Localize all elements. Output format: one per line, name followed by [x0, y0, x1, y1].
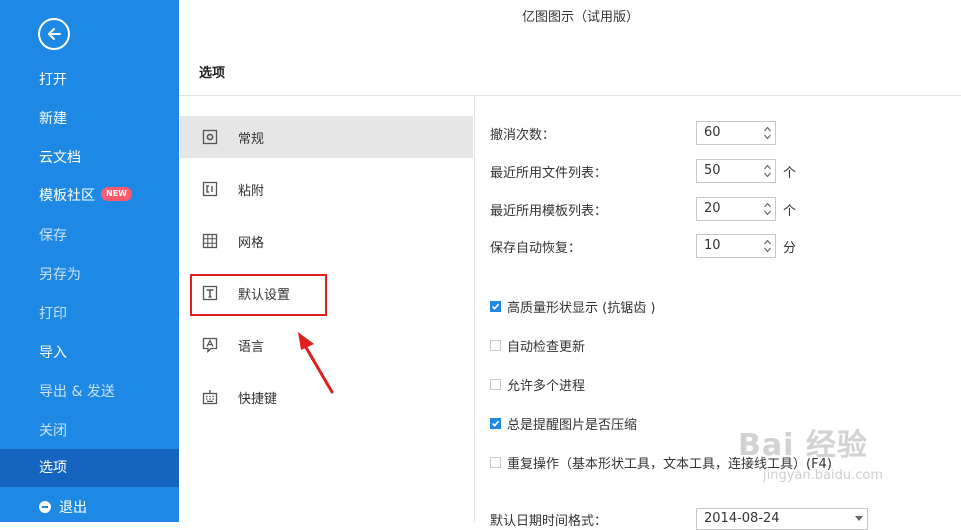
nav-save-as[interactable]: 另存为: [0, 256, 179, 294]
undo-count-label: 撤消次数：: [490, 128, 556, 143]
grid-icon: [202, 233, 218, 249]
category-language-label: 语言: [238, 339, 265, 355]
watermark-logo: Bai 经验: [738, 428, 868, 463]
recent-files-value: 50: [704, 163, 721, 178]
category-snap[interactable]: 粘附: [180, 168, 473, 210]
category-shortcuts-label: 快捷键: [238, 391, 278, 407]
undo-count-spinner[interactable]: 60: [696, 121, 776, 145]
nav-options[interactable]: 选项: [0, 449, 179, 487]
autosave-spinner[interactable]: 10: [696, 234, 776, 258]
date-format-select[interactable]: 2014-08-24: [696, 508, 868, 530]
spinner-arrows-icon[interactable]: [763, 162, 772, 180]
antialias-checkbox-row[interactable]: 高质量形状显示 (抗锯齿 ): [490, 297, 655, 316]
chevron-down-icon: [855, 516, 863, 521]
autosave-unit: 分: [783, 241, 797, 256]
nav-open[interactable]: 打开: [0, 61, 179, 99]
spinner-arrows-icon[interactable]: [763, 200, 772, 218]
auto-update-checkbox-row[interactable]: 自动检查更新: [490, 336, 585, 355]
back-arrow-icon: [48, 28, 61, 40]
sidebar: 打开 新建 云文档 模板社区 NEW 保存 另存为 打印 导入 导出 & 发送 关…: [0, 0, 179, 522]
spinner-arrows-icon[interactable]: [763, 237, 772, 255]
auto-update-checkbox[interactable]: [490, 340, 501, 351]
recent-files-unit: 个: [783, 166, 797, 181]
watermark: Bai 经验 jingyan.baidu.com: [738, 420, 908, 483]
keyboard-icon: [202, 389, 218, 405]
nav-new[interactable]: 新建: [0, 100, 179, 138]
category-general-label: 常规: [238, 131, 265, 147]
antialias-checkbox[interactable]: [490, 301, 501, 312]
multi-process-label: 允许多个进程: [507, 379, 586, 394]
recent-templates-label: 最近所用模板列表：: [490, 204, 608, 219]
date-format-value: 2014-08-24: [704, 511, 780, 526]
nav-save[interactable]: 保存: [0, 217, 179, 255]
nav-template-community-label: 模板社区: [39, 188, 95, 204]
category-general[interactable]: 常规: [180, 116, 473, 158]
check-icon: [491, 420, 500, 427]
exit-icon: [39, 501, 51, 513]
category-grid[interactable]: 网格: [180, 220, 473, 262]
snap-icon: [202, 181, 218, 197]
spinner-arrows-icon[interactable]: [763, 124, 772, 142]
antialias-label: 高质量形状显示 (抗锯齿 ): [507, 301, 656, 316]
nav-cloud-docs[interactable]: 云文档: [0, 139, 179, 177]
auto-update-label: 自动检查更新: [507, 340, 586, 355]
multi-process-checkbox[interactable]: [490, 379, 501, 390]
language-icon: [202, 337, 218, 353]
page-title: 选项: [199, 66, 226, 81]
recent-templates-unit: 个: [783, 204, 797, 219]
autosave-label: 保存自动恢复：: [490, 241, 582, 256]
category-snap-label: 粘附: [238, 183, 265, 199]
autosave-value: 10: [704, 238, 721, 253]
recent-files-spinner[interactable]: 50: [696, 159, 776, 183]
multi-process-checkbox-row[interactable]: 允许多个进程: [490, 375, 585, 394]
category-grid-label: 网格: [238, 235, 265, 251]
nav-exit-label: 退出: [59, 500, 87, 516]
recent-templates-spinner[interactable]: 20: [696, 197, 776, 221]
annotation-arrow: [298, 332, 334, 394]
nav-close[interactable]: 关闭: [0, 412, 179, 450]
recent-templates-value: 20: [704, 201, 721, 216]
nav-export-send[interactable]: 导出 & 发送: [0, 373, 179, 411]
nav-exit[interactable]: 退出: [0, 489, 179, 527]
window-title: 亿图图示（试用版）: [521, 10, 639, 25]
annotation-highlight-box: [190, 274, 327, 316]
check-icon: [491, 303, 500, 310]
panel-divider: [474, 96, 475, 522]
nav-template-community[interactable]: 模板社区 NEW: [0, 177, 179, 215]
header-divider: [179, 95, 961, 96]
nav-print[interactable]: 打印: [0, 295, 179, 333]
image-compress-checkbox[interactable]: [490, 418, 501, 429]
image-compress-label: 总是提醒图片是否压缩: [507, 418, 638, 433]
date-format-label: 默认日期时间格式：: [490, 514, 608, 529]
image-compress-checkbox-row[interactable]: 总是提醒图片是否压缩: [490, 414, 637, 433]
nav-import[interactable]: 导入: [0, 334, 179, 372]
undo-count-value: 60: [704, 125, 721, 140]
recent-files-label: 最近所用文件列表：: [490, 166, 608, 181]
gear-icon: [202, 129, 218, 145]
new-badge: NEW: [101, 187, 132, 201]
repeat-op-checkbox[interactable]: [490, 457, 501, 468]
watermark-url: jingyan.baidu.com: [763, 468, 883, 483]
